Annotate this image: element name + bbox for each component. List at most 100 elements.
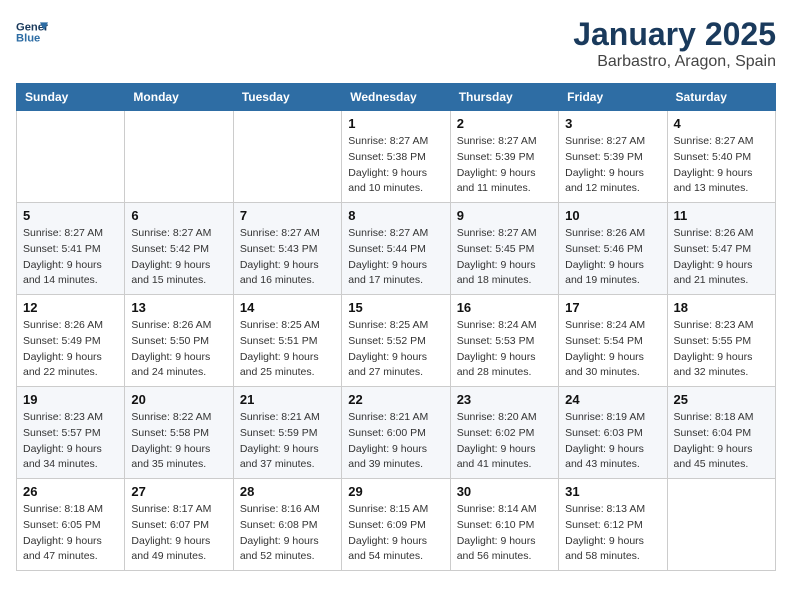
day-info-line: Sunset: 6:09 PM bbox=[348, 518, 443, 534]
day-info-line: and 49 minutes. bbox=[131, 549, 226, 565]
day-number: 2 bbox=[457, 116, 552, 131]
day-info-line: Daylight: 9 hours bbox=[457, 258, 552, 274]
day-cell: 16Sunrise: 8:24 AMSunset: 5:53 PMDayligh… bbox=[450, 295, 558, 387]
day-info-line: Daylight: 9 hours bbox=[240, 350, 335, 366]
day-info-line: Sunset: 5:52 PM bbox=[348, 334, 443, 350]
weekday-sunday: Sunday bbox=[17, 84, 125, 111]
day-number: 4 bbox=[674, 116, 769, 131]
day-info-line: and 11 minutes. bbox=[457, 181, 552, 197]
day-info-line: Daylight: 9 hours bbox=[131, 258, 226, 274]
day-number: 28 bbox=[240, 484, 335, 499]
day-info-line: and 41 minutes. bbox=[457, 457, 552, 473]
day-cell: 20Sunrise: 8:22 AMSunset: 5:58 PMDayligh… bbox=[125, 387, 233, 479]
day-number: 21 bbox=[240, 392, 335, 407]
day-info-line: Sunset: 5:39 PM bbox=[457, 150, 552, 166]
day-info-line: Sunset: 5:43 PM bbox=[240, 242, 335, 258]
day-info-line: and 12 minutes. bbox=[565, 181, 660, 197]
day-info-line: Sunset: 6:00 PM bbox=[348, 426, 443, 442]
weekday-monday: Monday bbox=[125, 84, 233, 111]
day-info-line: Sunrise: 8:27 AM bbox=[565, 134, 660, 150]
day-cell: 19Sunrise: 8:23 AMSunset: 5:57 PMDayligh… bbox=[17, 387, 125, 479]
day-info-line: Sunrise: 8:20 AM bbox=[457, 410, 552, 426]
day-info-line: Daylight: 9 hours bbox=[457, 442, 552, 458]
day-info-line: Sunset: 6:12 PM bbox=[565, 518, 660, 534]
day-info-line: Daylight: 9 hours bbox=[23, 350, 118, 366]
day-info-line: Sunset: 6:04 PM bbox=[674, 426, 769, 442]
day-info-line: Sunset: 6:03 PM bbox=[565, 426, 660, 442]
day-info-line: Sunset: 5:59 PM bbox=[240, 426, 335, 442]
day-number: 8 bbox=[348, 208, 443, 223]
day-number: 12 bbox=[23, 300, 118, 315]
day-info-line: Sunset: 5:50 PM bbox=[131, 334, 226, 350]
day-info-line: and 30 minutes. bbox=[565, 365, 660, 381]
day-info-line: Daylight: 9 hours bbox=[457, 350, 552, 366]
day-info-line: Sunrise: 8:23 AM bbox=[674, 318, 769, 334]
day-info-line: Daylight: 9 hours bbox=[457, 534, 552, 550]
day-number: 24 bbox=[565, 392, 660, 407]
day-number: 13 bbox=[131, 300, 226, 315]
day-cell: 27Sunrise: 8:17 AMSunset: 6:07 PMDayligh… bbox=[125, 479, 233, 571]
day-info-line: Sunrise: 8:27 AM bbox=[674, 134, 769, 150]
day-info-line: Daylight: 9 hours bbox=[240, 258, 335, 274]
day-info-line: Daylight: 9 hours bbox=[565, 350, 660, 366]
day-number: 16 bbox=[457, 300, 552, 315]
week-row-1: 1Sunrise: 8:27 AMSunset: 5:38 PMDaylight… bbox=[17, 111, 776, 203]
day-number: 14 bbox=[240, 300, 335, 315]
day-info-line: Sunrise: 8:27 AM bbox=[457, 226, 552, 242]
day-info-line: Sunset: 5:51 PM bbox=[240, 334, 335, 350]
day-info-line: Daylight: 9 hours bbox=[348, 534, 443, 550]
day-info-line: and 56 minutes. bbox=[457, 549, 552, 565]
day-number: 19 bbox=[23, 392, 118, 407]
day-info-line: Sunset: 5:55 PM bbox=[674, 334, 769, 350]
header: General Blue January 2025 Barbastro, Ara… bbox=[16, 16, 776, 71]
day-info-line: Daylight: 9 hours bbox=[348, 166, 443, 182]
day-number: 18 bbox=[674, 300, 769, 315]
day-info-line: Sunrise: 8:23 AM bbox=[23, 410, 118, 426]
day-cell: 9Sunrise: 8:27 AMSunset: 5:45 PMDaylight… bbox=[450, 203, 558, 295]
day-info-line: Sunrise: 8:27 AM bbox=[348, 226, 443, 242]
day-info-line: Sunset: 5:53 PM bbox=[457, 334, 552, 350]
day-cell bbox=[233, 111, 341, 203]
day-info-line: Sunrise: 8:26 AM bbox=[674, 226, 769, 242]
day-info-line: and 16 minutes. bbox=[240, 273, 335, 289]
day-number: 11 bbox=[674, 208, 769, 223]
day-info-line: Daylight: 9 hours bbox=[23, 258, 118, 274]
day-number: 9 bbox=[457, 208, 552, 223]
day-number: 20 bbox=[131, 392, 226, 407]
weekday-wednesday: Wednesday bbox=[342, 84, 450, 111]
weekday-saturday: Saturday bbox=[667, 84, 775, 111]
day-info-line: Daylight: 9 hours bbox=[674, 166, 769, 182]
weekday-tuesday: Tuesday bbox=[233, 84, 341, 111]
day-info-line: and 58 minutes. bbox=[565, 549, 660, 565]
day-info-line: and 19 minutes. bbox=[565, 273, 660, 289]
day-info-line: Sunset: 5:49 PM bbox=[23, 334, 118, 350]
day-info-line: Sunrise: 8:18 AM bbox=[674, 410, 769, 426]
day-info-line: Sunrise: 8:21 AM bbox=[348, 410, 443, 426]
day-info-line: Daylight: 9 hours bbox=[131, 350, 226, 366]
day-cell bbox=[17, 111, 125, 203]
day-info-line: and 34 minutes. bbox=[23, 457, 118, 473]
day-info-line: and 14 minutes. bbox=[23, 273, 118, 289]
day-info-line: Sunrise: 8:26 AM bbox=[565, 226, 660, 242]
weekday-header-row: SundayMondayTuesdayWednesdayThursdayFrid… bbox=[17, 84, 776, 111]
day-info-line: Sunrise: 8:27 AM bbox=[457, 134, 552, 150]
day-info-line: and 43 minutes. bbox=[565, 457, 660, 473]
day-number: 3 bbox=[565, 116, 660, 131]
logo: General Blue bbox=[16, 16, 48, 48]
day-info-line: and 21 minutes. bbox=[674, 273, 769, 289]
day-number: 30 bbox=[457, 484, 552, 499]
day-info-line: and 10 minutes. bbox=[348, 181, 443, 197]
day-number: 1 bbox=[348, 116, 443, 131]
day-info-line: Daylight: 9 hours bbox=[674, 350, 769, 366]
day-cell: 3Sunrise: 8:27 AMSunset: 5:39 PMDaylight… bbox=[559, 111, 667, 203]
day-cell: 30Sunrise: 8:14 AMSunset: 6:10 PMDayligh… bbox=[450, 479, 558, 571]
day-info-line: Daylight: 9 hours bbox=[565, 258, 660, 274]
day-cell: 28Sunrise: 8:16 AMSunset: 6:08 PMDayligh… bbox=[233, 479, 341, 571]
day-info-line: Sunrise: 8:26 AM bbox=[131, 318, 226, 334]
day-cell: 31Sunrise: 8:13 AMSunset: 6:12 PMDayligh… bbox=[559, 479, 667, 571]
day-cell: 10Sunrise: 8:26 AMSunset: 5:46 PMDayligh… bbox=[559, 203, 667, 295]
day-info-line: and 18 minutes. bbox=[457, 273, 552, 289]
day-cell: 21Sunrise: 8:21 AMSunset: 5:59 PMDayligh… bbox=[233, 387, 341, 479]
calendar: SundayMondayTuesdayWednesdayThursdayFrid… bbox=[16, 83, 776, 571]
day-info-line: and 24 minutes. bbox=[131, 365, 226, 381]
